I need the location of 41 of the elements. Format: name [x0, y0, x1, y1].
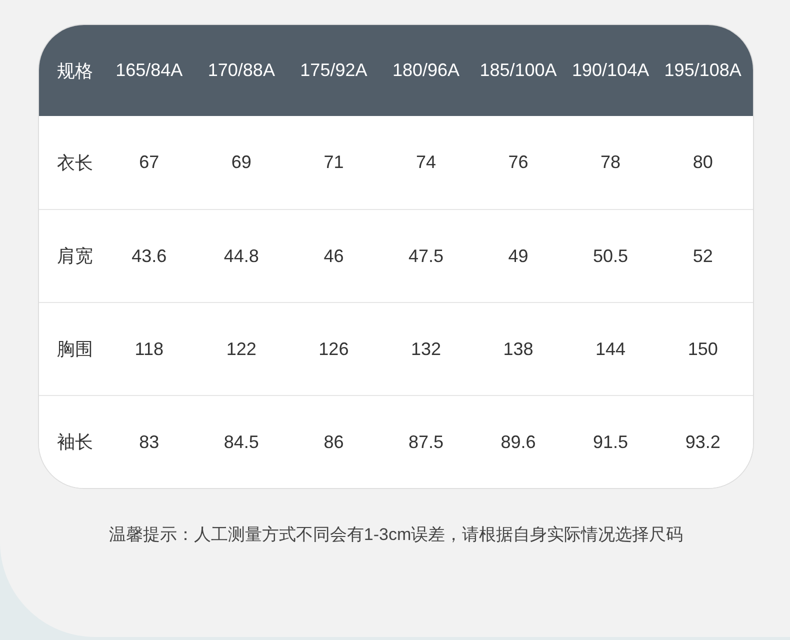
table-cell-text: 138 [502, 338, 534, 360]
column-header: 195/108A [663, 60, 742, 81]
table-cell-text: 84.5 [222, 432, 260, 452]
table-cell-text: 132 [410, 338, 442, 360]
table-cell-text: 50.5 [592, 246, 630, 266]
table-cell-text: 47.5 [407, 246, 445, 266]
table-cell-text: 67 [138, 152, 160, 173]
row-label: 袖长 [56, 431, 94, 454]
column-header: 175/92A [299, 60, 368, 81]
table-cell-text: 91.5 [592, 432, 630, 452]
table-cell-text: 83 [138, 432, 160, 452]
row-label: 胸围 [56, 338, 94, 361]
column-header: 170/88A [206, 60, 276, 81]
row-label: 衣长 [56, 152, 94, 174]
column-header: 185/100A [478, 60, 558, 81]
table-cell-text: 150 [686, 338, 719, 360]
table-cell-text: 89.6 [500, 432, 537, 452]
column-header: 180/96A [391, 60, 461, 81]
table-cell-text: 87.5 [407, 432, 445, 452]
table-cell-text: 93.2 [684, 432, 722, 452]
table-cell-text: 122 [225, 338, 258, 360]
table-cell-text: 78 [600, 152, 622, 173]
table-cell-text: 43.6 [130, 246, 168, 266]
table-cell-text: 118 [134, 338, 164, 360]
column-header: 165/84A [114, 60, 184, 81]
table-cell-text: 86 [322, 432, 345, 452]
table-cell-text: 74 [414, 152, 437, 173]
measurement-note: 温馨提示：人工测量方式不同会有1-3cm误差，请根据自身实际情况选择尺码 [108, 524, 684, 546]
table-cell-text: 52 [692, 246, 714, 266]
table-cell-text: 46 [322, 246, 345, 266]
table-cell-text: 69 [230, 152, 252, 173]
table-cell-text: 71 [322, 152, 345, 173]
row-label: 肩宽 [56, 245, 94, 268]
table-cell-text: 49 [507, 246, 530, 266]
table-cell-text: 144 [594, 338, 627, 360]
column-header: 规格 [56, 60, 94, 82]
table-cell-text: 76 [507, 152, 530, 173]
table-cell-text: 126 [318, 338, 350, 360]
column-header: 190/104A [571, 60, 650, 81]
table-cell-text: 80 [692, 152, 714, 173]
table-cell-text: 44.8 [222, 246, 260, 266]
